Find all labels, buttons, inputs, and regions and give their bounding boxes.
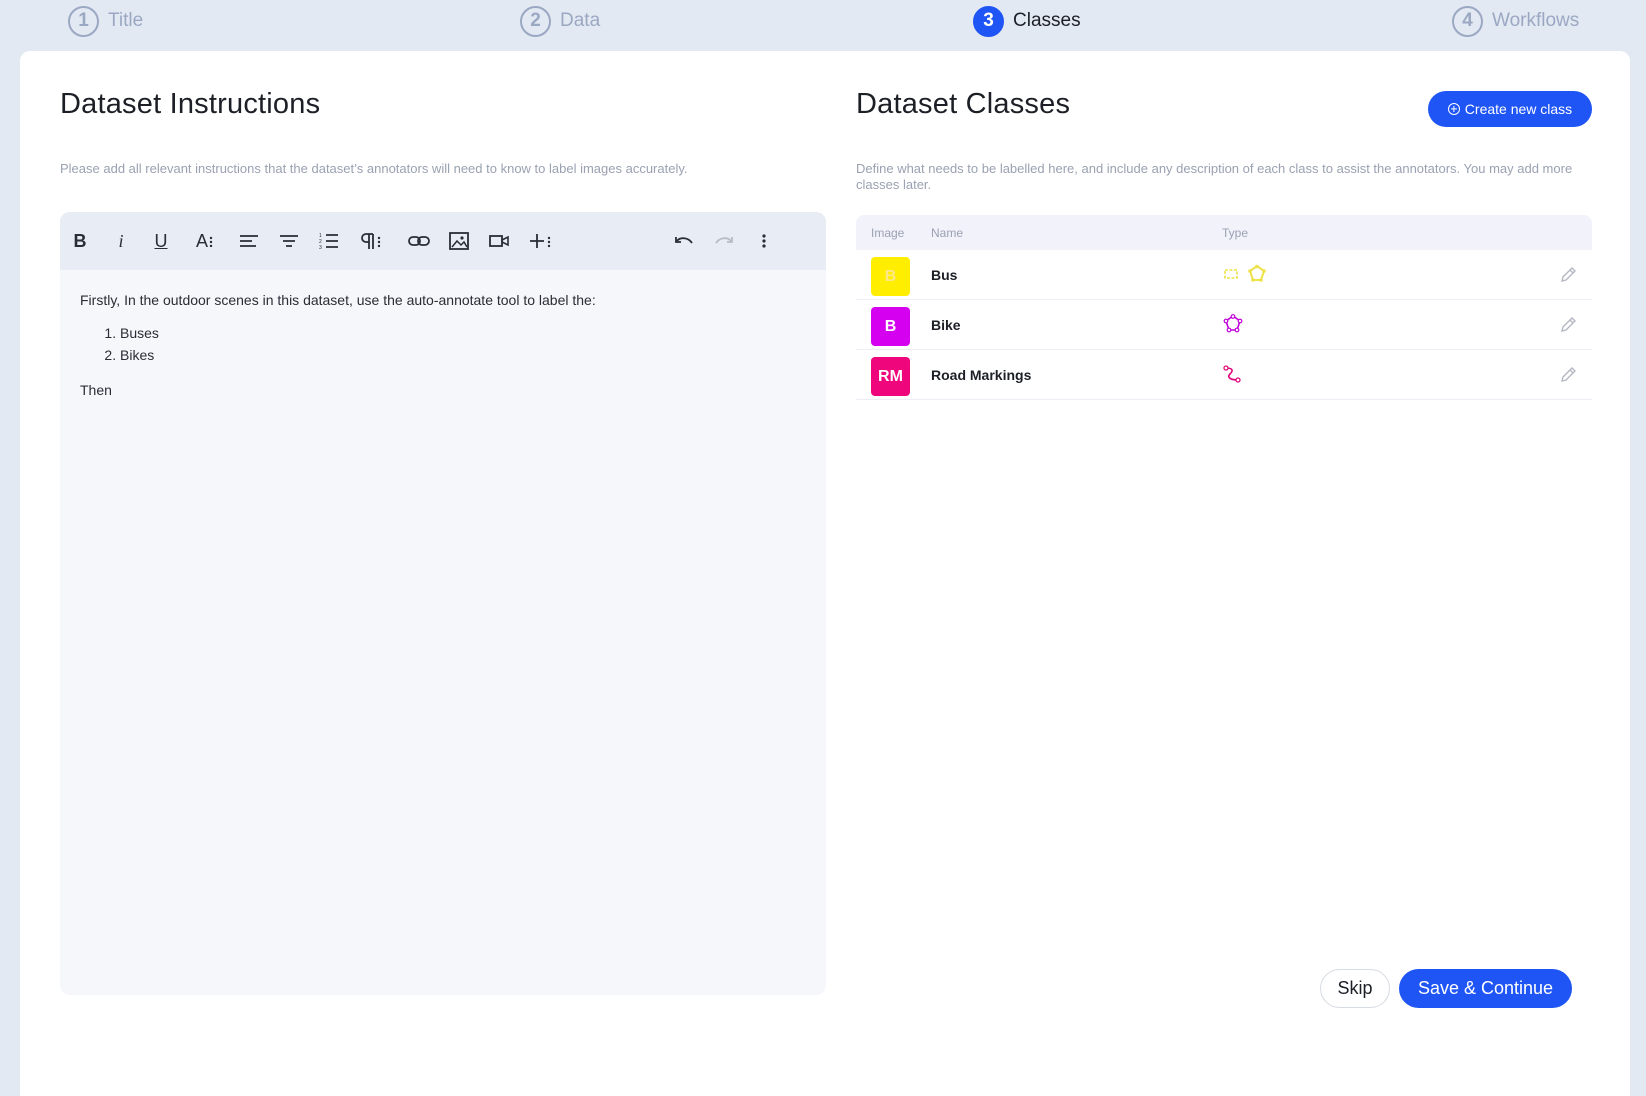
- step-number: 4: [1452, 5, 1483, 37]
- table-row[interactable]: B Bike: [856, 300, 1592, 350]
- step-label: Workflows: [1492, 10, 1580, 31]
- class-types: [1222, 364, 1244, 384]
- table-header: Image Name Type: [856, 215, 1592, 250]
- edit-icon[interactable]: [1558, 315, 1578, 335]
- align-left-icon[interactable]: [236, 228, 262, 254]
- italic-icon[interactable]: i: [108, 228, 134, 254]
- insert-icon[interactable]: [526, 228, 556, 254]
- save-continue-button[interactable]: Save & Continue: [1399, 969, 1572, 1008]
- class-avatar: B: [871, 307, 910, 346]
- align-center-icon[interactable]: [276, 228, 302, 254]
- step-workflows[interactable]: 4 Workflows: [1452, 5, 1579, 37]
- wizard-stepper: 1 Title 2 Data 3 Classes 4 Workflows: [0, 0, 1646, 46]
- step-number: 2: [520, 5, 551, 37]
- video-icon[interactable]: [486, 228, 512, 254]
- polyline-icon: [1223, 365, 1241, 383]
- column-name: Name: [931, 226, 964, 240]
- class-types: [1222, 264, 1268, 284]
- class-avatar: RM: [871, 357, 910, 396]
- list-item: Bikes: [120, 344, 806, 366]
- column-image: Image: [871, 226, 905, 240]
- underline-icon[interactable]: U: [148, 228, 174, 254]
- main-card: Dataset Instructions Please add all rele…: [20, 51, 1630, 1096]
- paragraph-icon[interactable]: [356, 228, 386, 254]
- step-label: Classes: [1013, 10, 1081, 31]
- class-avatar: B: [871, 257, 910, 296]
- instructions-list: Buses Bikes: [80, 322, 806, 366]
- edit-icon[interactable]: [1558, 365, 1578, 385]
- column-type: Type: [1222, 226, 1249, 240]
- more-options-icon[interactable]: [751, 228, 777, 254]
- edit-icon[interactable]: [1558, 265, 1578, 285]
- step-number: 3: [973, 5, 1004, 37]
- classes-description: Define what needs to be labelled here, a…: [856, 161, 1573, 192]
- polygon-icon: [1248, 264, 1266, 282]
- bounding-box-icon: [1224, 269, 1238, 279]
- class-types: [1222, 314, 1244, 334]
- class-name: Bike: [931, 317, 961, 333]
- create-new-class-label: Create new class: [1464, 101, 1573, 117]
- class-name: Bus: [931, 267, 958, 283]
- step-data[interactable]: 2 Data: [520, 5, 600, 37]
- bold-icon[interactable]: B: [67, 228, 93, 254]
- step-classes[interactable]: 3 Classes: [973, 5, 1081, 37]
- instructions-title: Dataset Instructions: [60, 88, 321, 120]
- list-item: Buses: [120, 322, 806, 344]
- link-icon[interactable]: [406, 228, 432, 254]
- font-size-label: A: [195, 230, 208, 251]
- polygon-icon: [1223, 314, 1243, 333]
- table-row[interactable]: B Bus: [856, 250, 1592, 300]
- step-label: Data: [560, 10, 601, 31]
- instructions-closing: Then: [80, 382, 112, 398]
- skip-button[interactable]: Skip: [1320, 969, 1390, 1008]
- create-new-class-button[interactable]: Create new class: [1428, 91, 1592, 127]
- image-icon[interactable]: [446, 228, 472, 254]
- redo-icon[interactable]: [711, 228, 737, 254]
- table-row[interactable]: RM Road Markings: [856, 350, 1592, 400]
- step-number: 1: [68, 5, 99, 37]
- step-label: Title: [108, 10, 144, 31]
- step-title[interactable]: 1 Title: [68, 5, 143, 37]
- instructions-intro: Firstly, In the outdoor scenes in this d…: [80, 292, 596, 308]
- classes-title: Dataset Classes: [856, 88, 1071, 120]
- undo-icon[interactable]: [671, 228, 697, 254]
- classes-table: Image Name Type B Bus B Bike RM Road Mar…: [856, 215, 1592, 400]
- svg-text:3: 3: [319, 245, 322, 250]
- add-circle-icon: [1447, 103, 1460, 115]
- class-name: Road Markings: [931, 367, 1032, 383]
- rich-text-editor[interactable]: B i U A 123 Firstly, In the outdoor scen…: [60, 212, 826, 995]
- ordered-list-icon[interactable]: 123: [316, 228, 342, 254]
- font-size-icon[interactable]: A: [188, 228, 222, 254]
- editor-content[interactable]: Firstly, In the outdoor scenes in this d…: [60, 270, 826, 430]
- instructions-description: Please add all relevant instructions tha…: [60, 161, 688, 176]
- dots-indicator: [209, 236, 213, 247]
- editor-toolbar: B i U A 123: [60, 212, 826, 270]
